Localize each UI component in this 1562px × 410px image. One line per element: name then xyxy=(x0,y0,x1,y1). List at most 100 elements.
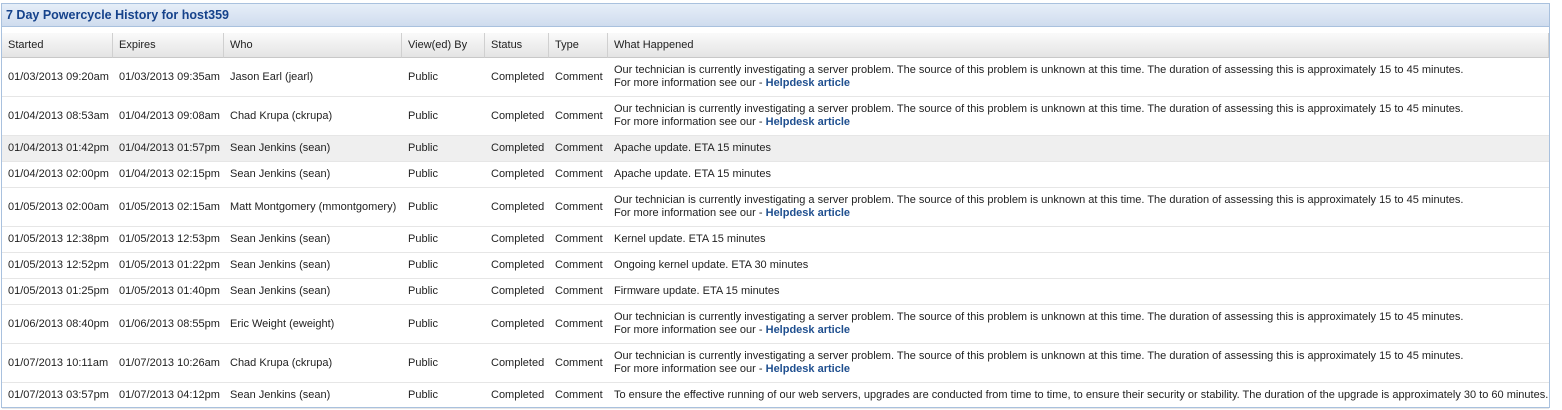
cell-what-happened: To ensure the effective running of our w… xyxy=(608,383,1549,409)
more-info-line: For more information see our - Helpdesk … xyxy=(614,324,1543,337)
cell-type: Comment xyxy=(549,305,608,344)
cell-expires: 01/04/2013 02:15pm xyxy=(113,162,224,188)
cell-expires: 01/04/2013 01:57pm xyxy=(113,136,224,162)
what-happened-text: Kernel update. ETA 15 minutes xyxy=(614,233,766,245)
column-header-expires[interactable]: Expires xyxy=(113,33,224,58)
more-info-prefix: For more information see our - xyxy=(614,77,766,89)
table-row[interactable]: 01/05/2013 01:25pm 01/05/2013 01:40pm Sean… xyxy=(2,279,1549,305)
cell-started: 01/05/2013 12:52pm xyxy=(2,253,113,279)
table-row[interactable]: 01/04/2013 01:42pm 01/04/2013 01:57pm Sean… xyxy=(2,136,1549,162)
cell-viewed-by: Public xyxy=(402,227,485,253)
cell-started: 01/04/2013 08:53am xyxy=(2,97,113,136)
cell-expires: 01/07/2013 04:12pm xyxy=(113,383,224,409)
cell-expires: 01/06/2013 08:55pm xyxy=(113,305,224,344)
table-row[interactable]: 01/03/2013 09:20am 01/03/2013 09:35am Jaso… xyxy=(2,58,1549,97)
cell-what-happened: Our technician is currently investigatin… xyxy=(608,58,1549,97)
what-happened-text: Our technician is currently investigatin… xyxy=(614,64,1464,76)
cell-type: Comment xyxy=(549,136,608,162)
panel-header: 7 Day Powercycle History for host359 xyxy=(2,4,1549,27)
cell-status: Completed xyxy=(485,162,549,188)
table-row[interactable]: 01/05/2013 12:52pm 01/05/2013 01:22pm Sean… xyxy=(2,253,1549,279)
helpdesk-article-link[interactable]: Helpdesk article xyxy=(766,363,850,375)
table-row[interactable]: 01/06/2013 08:40pm 01/06/2013 08:55pm Eric… xyxy=(2,305,1549,344)
panel-title: 7 Day Powercycle History for host359 xyxy=(6,8,230,22)
cell-viewed-by: Public xyxy=(402,58,485,97)
more-info-prefix: For more information see our - xyxy=(614,324,766,336)
table-row[interactable]: 01/05/2013 12:38pm 01/05/2013 12:53pm Sean… xyxy=(2,227,1549,253)
cell-who: Sean Jenkins (sean) xyxy=(224,227,402,253)
history-table: Started Expires Who View(ed) By Status T… xyxy=(2,33,1549,409)
more-info-line: For more information see our - Helpdesk … xyxy=(614,77,1543,90)
cell-type: Comment xyxy=(549,58,608,97)
cell-status: Completed xyxy=(485,344,549,383)
cell-viewed-by: Public xyxy=(402,305,485,344)
column-header-type[interactable]: Type xyxy=(549,33,608,58)
cell-status: Completed xyxy=(485,188,549,227)
cell-started: 01/07/2013 03:57pm xyxy=(2,383,113,409)
cell-what-happened: Our technician is currently investigatin… xyxy=(608,97,1549,136)
column-header-what-happened[interactable]: What Happened xyxy=(608,33,1549,58)
cell-started: 01/05/2013 02:00am xyxy=(2,188,113,227)
cell-type: Comment xyxy=(549,344,608,383)
table-header-row: Started Expires Who View(ed) By Status T… xyxy=(2,33,1549,58)
cell-viewed-by: Public xyxy=(402,188,485,227)
cell-who: Matt Montgomery (mmontgomery) xyxy=(224,188,402,227)
helpdesk-article-link[interactable]: Helpdesk article xyxy=(766,207,850,219)
cell-status: Completed xyxy=(485,97,549,136)
what-happened-text: Our technician is currently investigatin… xyxy=(614,194,1464,206)
cell-expires: 01/04/2013 09:08am xyxy=(113,97,224,136)
cell-type: Comment xyxy=(549,227,608,253)
table-row[interactable]: 01/07/2013 03:57pm 01/07/2013 04:12pm Sean… xyxy=(2,383,1549,409)
more-info-prefix: For more information see our - xyxy=(614,363,766,375)
cell-who: Chad Krupa (ckrupa) xyxy=(224,344,402,383)
cell-what-happened: Kernel update. ETA 15 minutes xyxy=(608,227,1549,253)
helpdesk-article-link[interactable]: Helpdesk article xyxy=(766,116,850,128)
cell-expires: 01/05/2013 01:22pm xyxy=(113,253,224,279)
table-row[interactable]: 01/04/2013 02:00pm 01/04/2013 02:15pm Sean… xyxy=(2,162,1549,188)
cell-who: Chad Krupa (ckrupa) xyxy=(224,97,402,136)
cell-status: Completed xyxy=(485,58,549,97)
column-header-viewed-by[interactable]: View(ed) By xyxy=(402,33,485,58)
cell-what-happened: Apache update. ETA 15 minutes xyxy=(608,162,1549,188)
cell-started: 01/05/2013 12:38pm xyxy=(2,227,113,253)
table-row[interactable]: 01/04/2013 08:53am 01/04/2013 09:08am Chad… xyxy=(2,97,1549,136)
cell-who: Sean Jenkins (sean) xyxy=(224,383,402,409)
cell-status: Completed xyxy=(485,136,549,162)
cell-what-happened: Apache update. ETA 15 minutes xyxy=(608,136,1549,162)
cell-type: Comment xyxy=(549,188,608,227)
cell-started: 01/04/2013 01:42pm xyxy=(2,136,113,162)
helpdesk-article-link[interactable]: Helpdesk article xyxy=(766,77,850,89)
column-header-status[interactable]: Status xyxy=(485,33,549,58)
cell-started: 01/04/2013 02:00pm xyxy=(2,162,113,188)
cell-viewed-by: Public xyxy=(402,344,485,383)
more-info-prefix: For more information see our - xyxy=(614,116,766,128)
cell-started: 01/03/2013 09:20am xyxy=(2,58,113,97)
cell-viewed-by: Public xyxy=(402,162,485,188)
table-row[interactable]: 01/07/2013 10:11am 01/07/2013 10:26am Chad… xyxy=(2,344,1549,383)
cell-who: Jason Earl (jearl) xyxy=(224,58,402,97)
cell-type: Comment xyxy=(549,253,608,279)
helpdesk-article-link[interactable]: Helpdesk article xyxy=(766,324,850,336)
cell-type: Comment xyxy=(549,279,608,305)
table-body: 01/03/2013 09:20am 01/03/2013 09:35am Jaso… xyxy=(2,58,1549,409)
cell-status: Completed xyxy=(485,227,549,253)
more-info-line: For more information see our - Helpdesk … xyxy=(614,207,1543,220)
cell-what-happened: Firmware update. ETA 15 minutes xyxy=(608,279,1549,305)
cell-started: 01/05/2013 01:25pm xyxy=(2,279,113,305)
cell-what-happened: Our technician is currently investigatin… xyxy=(608,188,1549,227)
cell-type: Comment xyxy=(549,97,608,136)
column-header-who[interactable]: Who xyxy=(224,33,402,58)
cell-who: Sean Jenkins (sean) xyxy=(224,136,402,162)
cell-viewed-by: Public xyxy=(402,279,485,305)
more-info-line: For more information see our - Helpdesk … xyxy=(614,116,1543,129)
cell-status: Completed xyxy=(485,383,549,409)
cell-viewed-by: Public xyxy=(402,253,485,279)
cell-who: Sean Jenkins (sean) xyxy=(224,279,402,305)
cell-who: Sean Jenkins (sean) xyxy=(224,253,402,279)
cell-status: Completed xyxy=(485,253,549,279)
column-header-started[interactable]: Started xyxy=(2,33,113,58)
table-row[interactable]: 01/05/2013 02:00am 01/05/2013 02:15am Matt… xyxy=(2,188,1549,227)
cell-what-happened: Our technician is currently investigatin… xyxy=(608,344,1549,383)
cell-status: Completed xyxy=(485,305,549,344)
what-happened-text: Our technician is currently investigatin… xyxy=(614,350,1464,362)
